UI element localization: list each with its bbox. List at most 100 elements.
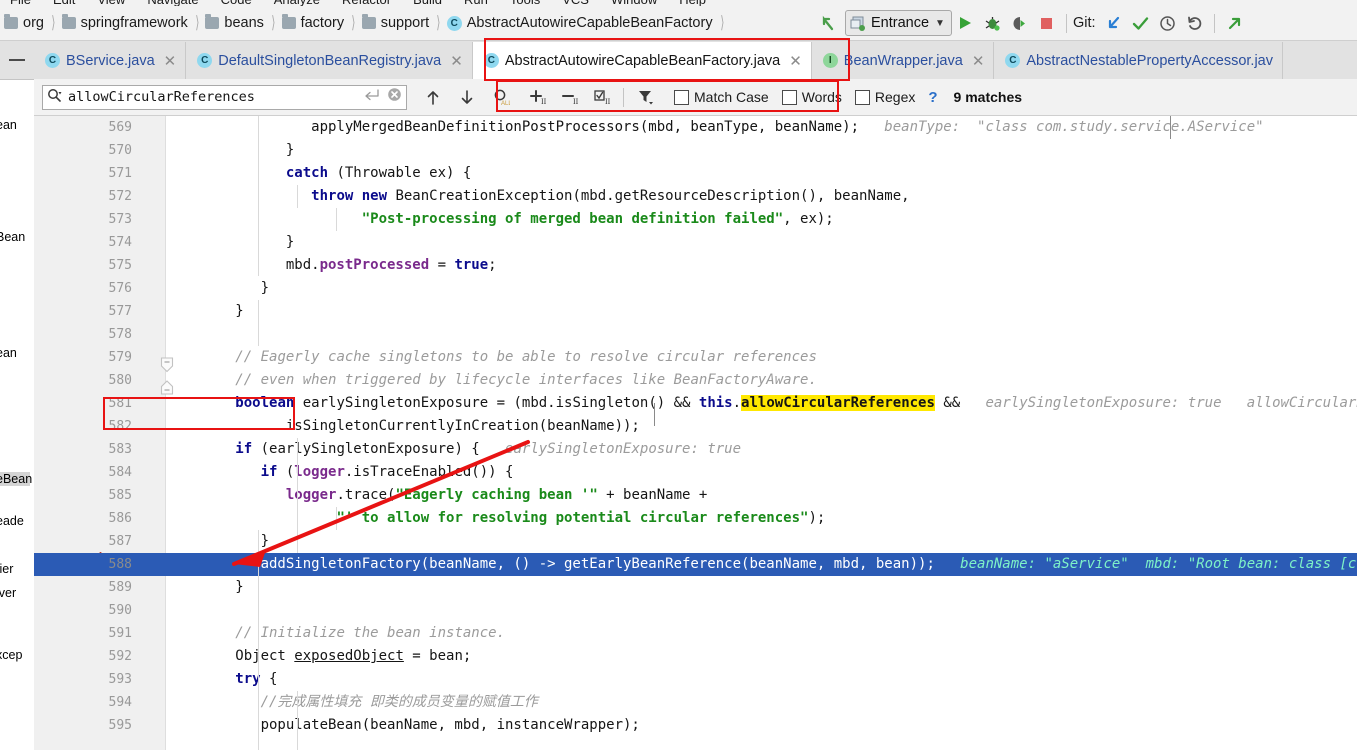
git-push-button[interactable]	[1221, 10, 1248, 36]
match-count-label: 9 matches	[953, 89, 1023, 105]
project-tree-item[interactable]: lver	[0, 586, 16, 600]
run-configuration-selector[interactable]: Entrance ▼	[845, 10, 952, 36]
project-tree-item[interactable]: xcep	[0, 648, 22, 662]
code-line[interactable]: 586 "' to allow for resolving potential …	[34, 507, 1357, 530]
code-line[interactable]: 589 }	[34, 576, 1357, 599]
code-line[interactable]: 587 }	[34, 530, 1357, 553]
code-line[interactable]: 584 if (logger.isTraceEnabled()) {	[34, 461, 1357, 484]
close-icon[interactable]: ✕	[450, 52, 463, 70]
code-line[interactable]: 595 populateBean(beanName, mbd, instance…	[34, 714, 1357, 737]
code-line[interactable]: 575 mbd.postProcessed = true;	[34, 254, 1357, 277]
code-line[interactable]: 576 }	[34, 277, 1357, 300]
checkbox-box[interactable]	[781, 89, 797, 105]
checkbox-box[interactable]	[674, 89, 689, 105]
main-toolbar: Entrance ▼ Git:	[815, 6, 1248, 40]
stop-button[interactable]	[1033, 10, 1060, 36]
navigation-toolbar: org ⟩ springframework ⟩ beans ⟩ factory …	[0, 6, 1357, 41]
tab-defaultsingletonbeanregistry[interactable]: C DefaultSingletonBeanRegistry.java ✕	[186, 42, 473, 79]
git-rollback-button[interactable]	[1181, 10, 1208, 36]
breadcrumb-item-springframework[interactable]: springframework	[60, 6, 190, 40]
find-next-icon[interactable]	[453, 83, 481, 111]
code-line[interactable]: 570 }	[34, 139, 1357, 162]
code-line[interactable]: 592 Object exposedObject = bean;	[34, 645, 1357, 668]
tab-bservice[interactable]: C BService.java ✕	[34, 42, 187, 79]
tab-abstractautowirecapablebeanfactory[interactable]: C AbstractAutowireCapableBeanFactory.jav…	[472, 42, 812, 79]
tab-beanwrapper[interactable]: I BeanWrapper.java ✕	[811, 42, 995, 79]
code-line[interactable]: 578	[34, 323, 1357, 346]
code-line[interactable]: 585 logger.trace("Eagerly caching bean '…	[34, 484, 1357, 507]
project-tree-item-selected[interactable]: eBean	[0, 472, 32, 486]
code-text: throw new BeanCreationException(mbd.getR…	[311, 188, 910, 204]
back-arrow-icon[interactable]	[815, 10, 841, 36]
code-line[interactable]: 580 // even when triggered by lifecycle …	[34, 369, 1357, 392]
find-previous-icon[interactable]	[419, 83, 447, 111]
breadcrumb-label: support	[380, 15, 430, 31]
code-line[interactable]: 581 boolean earlySingletonExposure = (mb…	[34, 392, 1357, 415]
debug-button[interactable]	[979, 10, 1006, 36]
project-tool-window[interactable]: ean Bean ean eBean eade fier lver xcep	[0, 6, 35, 750]
code-line[interactable]: 573 "Post-processing of merged bean defi…	[34, 208, 1357, 231]
select-all-occurrences-icon[interactable]: II	[589, 83, 617, 111]
match-case-checkbox[interactable]: Match Case	[674, 89, 769, 105]
close-icon[interactable]: ✕	[164, 52, 177, 70]
code-line[interactable]: 583 if (earlySingletonExposure) { earlyS…	[34, 438, 1357, 461]
filter-icon[interactable]	[632, 83, 660, 111]
code-text: }	[210, 280, 270, 296]
find-all-icon[interactable]: ALL	[487, 83, 515, 111]
find-help-icon[interactable]: ?	[928, 89, 937, 106]
code-editor[interactable]: λ 569 applyMergedBeanDefinitionPostProce…	[34, 116, 1357, 750]
search-icon[interactable]	[47, 88, 63, 107]
breadcrumb-item-org[interactable]: org	[2, 6, 46, 40]
chevron-right-icon: ⟩	[436, 13, 441, 32]
inlay-divider	[1170, 116, 1171, 139]
breadcrumb-item-factory[interactable]: factory	[280, 6, 347, 40]
code-line[interactable]: 591 // Initialize the bean instance.	[34, 622, 1357, 645]
code-line[interactable]: 593 try {	[34, 668, 1357, 691]
code-line[interactable]: 569 applyMergedBeanDefinitionPostProcess…	[34, 116, 1357, 139]
close-icon[interactable]: ✕	[972, 52, 985, 70]
breadcrumb-item-beans[interactable]: beans	[203, 6, 266, 40]
code-line[interactable]: 572 throw new BeanCreationException(mbd.…	[34, 185, 1357, 208]
project-tree-item[interactable]: Bean	[0, 230, 25, 244]
git-update-project-button[interactable]	[1100, 10, 1127, 36]
breadcrumb-label: org	[23, 15, 44, 31]
code-line[interactable]: 577 }	[34, 300, 1357, 323]
close-icon[interactable]: ✕	[789, 52, 802, 70]
code-line[interactable]: 594 //完成属性填充 即类的成员变量的赋值工作	[34, 691, 1357, 714]
project-tree-item[interactable]: eade	[0, 514, 24, 528]
remove-occurrence-icon[interactable]: II	[557, 83, 585, 111]
breadcrumb-item-support[interactable]: support	[360, 6, 431, 40]
regex-checkbox[interactable]: Regex	[854, 89, 915, 105]
search-input[interactable]: allowCircularReferences	[42, 84, 407, 110]
chevron-right-icon: ⟩	[51, 13, 56, 32]
tab-abstractnestablepropertyaccessor[interactable]: C AbstractNestablePropertyAccessor.jav	[994, 42, 1283, 79]
code-text: applyMergedBeanDefinitionPostProcessors(…	[210, 119, 1264, 135]
code-line[interactable]: 590	[34, 599, 1357, 622]
project-tree-item[interactable]: ean	[0, 346, 17, 360]
code-line-current[interactable]: 588 addSingletonFactory(beanName, () -> …	[34, 553, 1357, 576]
code-line[interactable]: 574 }	[34, 231, 1357, 254]
code-text: //完成属性填充 即类的成员变量的赋值工作	[260, 694, 538, 710]
line-number: 570	[108, 143, 132, 158]
project-tree-item[interactable]: fier	[0, 562, 13, 576]
words-checkbox[interactable]: Words	[781, 89, 842, 105]
git-history-button[interactable]	[1154, 10, 1181, 36]
line-number: 572	[108, 189, 132, 204]
run-button[interactable]	[952, 10, 979, 36]
code-line[interactable]: 582 isSingletonCurrentlyInCreation(beanN…	[34, 415, 1357, 438]
line-number: 569	[108, 120, 132, 135]
code-line[interactable]: 579 // Eagerly cache singletons to be ab…	[34, 346, 1357, 369]
class-icon: C	[446, 15, 462, 31]
clear-icon[interactable]	[387, 87, 402, 107]
add-occurrence-icon[interactable]: II	[525, 83, 553, 111]
line-number: 586	[108, 511, 132, 526]
run-with-coverage-button[interactable]	[1006, 10, 1033, 36]
line-number: 574	[108, 235, 132, 250]
checkbox-box[interactable]	[854, 89, 870, 105]
project-tree-item[interactable]: ean	[0, 118, 17, 132]
breadcrumb-item-class[interactable]: C AbstractAutowireCapableBeanFactory	[445, 6, 715, 40]
interface-icon: I	[822, 53, 838, 68]
git-commit-button[interactable]	[1127, 10, 1154, 36]
hide-tabs-button[interactable]	[0, 41, 34, 79]
code-line[interactable]: 571 catch (Throwable ex) {	[34, 162, 1357, 185]
